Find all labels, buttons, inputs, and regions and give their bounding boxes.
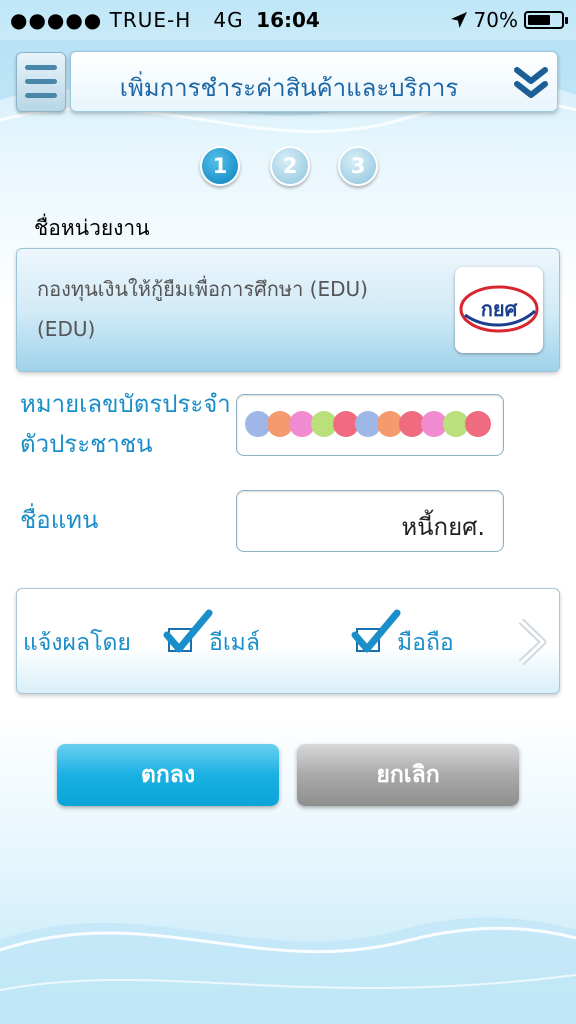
email-checkbox[interactable] (163, 609, 213, 659)
mobile-checkbox[interactable] (351, 609, 401, 659)
alias-label: ชื่อแทน (20, 506, 99, 534)
mobile-option-label[interactable]: มือถือ (397, 625, 454, 661)
agency-name-line2: (EDU) (37, 317, 96, 341)
status-bar: ●●●●● TRUE-H 4G 16:04 70% (0, 0, 576, 40)
ok-button[interactable]: ตกลง (57, 744, 279, 806)
alias-value: หนี้กยศ. (401, 513, 485, 541)
agency-logo-text: กยศ (481, 297, 519, 321)
cancel-button[interactable]: ยกเลิก (297, 744, 519, 806)
menu-button[interactable] (16, 52, 66, 112)
agency-logo-image: กยศ (459, 285, 539, 333)
email-option-label[interactable]: อีเมล์ (209, 625, 260, 661)
header-title-bar[interactable]: เพิ่มการชำระค่าสินค้าและบริการ (70, 51, 558, 112)
double-chevron-down-icon[interactable] (513, 66, 549, 100)
step-1-indicator: 1 (200, 146, 240, 186)
agency-label: ชื่อหน่วยงาน (34, 216, 150, 240)
citizen-id-label-line1: หมายเลขบัตรประจำ (20, 390, 231, 418)
agency-name: กองทุนเงินให้กู้ยืมเพื่อการศึกษา (EDU) (… (37, 269, 437, 349)
citizen-id-label: หมายเลขบัตรประจำ ตัวประชาชน (20, 384, 231, 464)
page-title: เพิ่มการชำระค่าสินค้าและบริการ (119, 74, 459, 102)
citizen-id-label-line2: ตัวประชาชน (20, 430, 153, 458)
location-arrow-icon (450, 12, 467, 28)
step-3-indicator: 3 (338, 146, 378, 186)
battery-fill (528, 15, 550, 25)
battery-percent: 70% (473, 8, 518, 32)
battery-icon (524, 11, 568, 29)
alias-field[interactable]: หนี้กยศ. (236, 490, 504, 552)
notify-label: แจ้งผลโดย (23, 630, 131, 656)
agency-name-line1: กองทุนเงินให้กู้ยืมเพื่อการศึกษา (EDU) (37, 277, 368, 301)
agency-selector[interactable]: กองทุนเงินให้กู้ยืมเพื่อการศึกษา (EDU) (… (16, 248, 560, 372)
notification-options: แจ้งผลโดย อีเมล์ มือถือ (16, 588, 560, 694)
citizen-id-field[interactable] (236, 394, 504, 456)
step-2-indicator: 2 (270, 146, 310, 186)
chevron-right-icon[interactable] (515, 617, 549, 667)
footer-wave-decoration (0, 917, 576, 1024)
agency-logo: กยศ (455, 267, 543, 353)
